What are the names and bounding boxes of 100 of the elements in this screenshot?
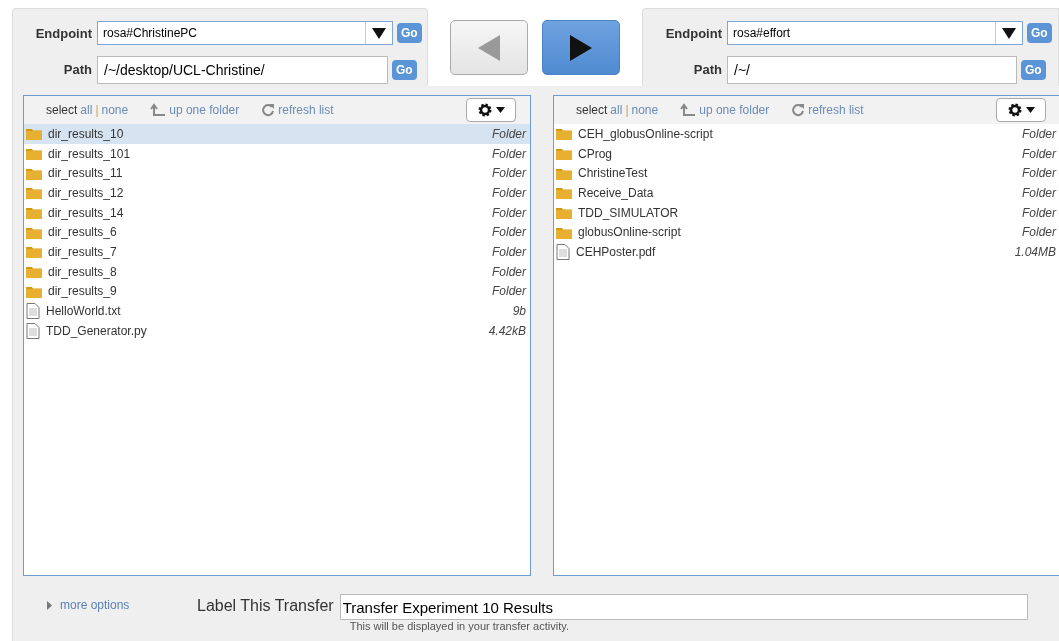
settings-icon [477, 102, 493, 118]
file-name: dir_results_9 [48, 284, 118, 299]
file-row[interactable]: TDD_Generator.py 4.42kB [24, 320, 530, 341]
folder-icon [556, 127, 572, 141]
transfer-label-field[interactable]: Transfer Experiment 10 Results [339, 594, 1028, 620]
settings-button[interactable] [466, 98, 516, 122]
folder-icon [556, 186, 572, 200]
file-size: Folder [492, 264, 526, 279]
more-options-link[interactable]: more options [47, 594, 197, 612]
file-name: globusOnline-script [578, 225, 682, 240]
file-size: Folder [492, 244, 526, 259]
file-row[interactable]: CEH_globusOnline-script Folder [554, 124, 1059, 144]
file-row[interactable]: dir_results_14 Folder [24, 202, 530, 223]
refresh-icon [791, 103, 806, 117]
file-row[interactable]: Receive_Data Folder [554, 183, 1059, 203]
separator-text: | [625, 103, 629, 117]
folder-icon [26, 284, 42, 298]
file-name: ChristineTest [578, 166, 649, 181]
file-name: CEHPoster.pdf [576, 244, 657, 259]
folder-icon [26, 147, 42, 161]
file-name: HelloWorld.txt [46, 304, 122, 319]
file-name: Receive_Data [578, 185, 655, 200]
file-row[interactable]: dir_results_101 Folder [24, 143, 530, 164]
file-row[interactable]: CProg Folder [554, 143, 1059, 164]
up-arrow-icon [680, 103, 697, 117]
dropdown-icon[interactable] [1002, 27, 1016, 40]
up-arrow-icon [150, 103, 167, 117]
file-size: Folder [492, 126, 526, 141]
folder-icon [556, 147, 572, 161]
settings-icon [1007, 102, 1023, 118]
file-row[interactable]: dir_results_11 Folder [24, 163, 530, 184]
path-field[interactable]: /~/desktop/UCL-Christine/ [97, 55, 388, 84]
file-size: 4.42kB [488, 323, 526, 338]
refresh-icon [261, 103, 276, 117]
file-row[interactable]: dir_results_6 Folder [24, 222, 530, 243]
file-name: dir_results_7 [48, 244, 118, 259]
file-name: dir_results_8 [48, 264, 118, 279]
path-label: Path [62, 62, 93, 78]
file-size: 1.04MB [1014, 244, 1056, 259]
hint-text: This will be displayed in your transfer activity. [349, 620, 570, 632]
file-size: Folder [1022, 126, 1056, 141]
folder-icon [556, 206, 572, 220]
file-name: dir_results_101 [48, 146, 132, 161]
file-row[interactable]: dir_results_9 Folder [24, 281, 530, 302]
file-row[interactable]: HelloWorld.txt 9b [24, 301, 530, 321]
file-size: Folder [492, 205, 526, 220]
folder-icon [26, 265, 42, 279]
file-size: Folder [1022, 205, 1056, 220]
folder-icon [26, 166, 42, 180]
file-row[interactable]: ChristineTest Folder [554, 163, 1059, 184]
separator-text: | [95, 103, 99, 117]
folder-icon [26, 186, 42, 200]
transfer-label: Label This Transfer [197, 596, 334, 615]
left-arrow-icon [478, 34, 500, 61]
file-name: dir_results_10 [48, 126, 125, 141]
expand-icon [47, 600, 52, 610]
file-row[interactable]: dir_results_7 Folder [24, 242, 530, 262]
transfer-arrow-button[interactable] [542, 20, 620, 75]
folder-icon [26, 206, 42, 220]
file-name: TDD_SIMULATOR [578, 205, 680, 220]
document-icon [556, 243, 570, 260]
file-size: Folder [492, 185, 526, 200]
file-size: Folder [1022, 185, 1056, 200]
folder-icon [26, 127, 42, 141]
folder-icon [556, 225, 572, 239]
file-size: Folder [1022, 166, 1056, 181]
folder-icon [26, 245, 42, 259]
file-row[interactable]: CEHPoster.pdf 1.04MB [554, 242, 1059, 262]
right-arrow-icon [570, 34, 592, 61]
file-name: CProg [578, 146, 613, 161]
select-label: select [46, 103, 78, 117]
endpoint-field[interactable]: rosa#effort [727, 21, 1023, 46]
endpoint-field[interactable]: rosa#ChristinePC [97, 21, 393, 46]
dropdown-icon[interactable] [372, 27, 386, 40]
file-row[interactable]: dir_results_8 Folder [24, 261, 530, 282]
endpoint-label: Endpoint [664, 25, 723, 41]
document-icon [26, 322, 40, 339]
path-field[interactable]: /~/ [727, 55, 1017, 84]
file-row[interactable]: TDD_SIMULATOR Folder [554, 202, 1059, 223]
file-row[interactable]: dir_results_12 Folder [24, 183, 530, 203]
folder-icon [556, 166, 572, 180]
settings-button[interactable] [996, 98, 1046, 122]
file-name: dir_results_14 [48, 205, 125, 220]
file-name: TDD_Generator.py [46, 323, 148, 338]
document-icon [26, 303, 40, 320]
file-size: Folder [492, 166, 526, 181]
endpoint-label: Endpoint [34, 25, 93, 41]
file-size: Folder [1022, 146, 1056, 161]
file-row[interactable]: dir_results_10 Folder [24, 124, 530, 144]
file-size: Folder [492, 225, 526, 240]
file-name: dir_results_12 [48, 185, 125, 200]
caret-icon [1026, 107, 1035, 113]
file-size: Folder [492, 284, 526, 299]
select-label: select [576, 103, 608, 117]
file-size: Folder [1022, 225, 1056, 240]
file-row[interactable]: globusOnline-script Folder [554, 222, 1059, 243]
file-name: dir_results_11 [48, 166, 124, 181]
file-name: CEH_globusOnline-script [578, 126, 714, 141]
folder-icon [26, 225, 42, 239]
caret-icon [496, 107, 505, 113]
